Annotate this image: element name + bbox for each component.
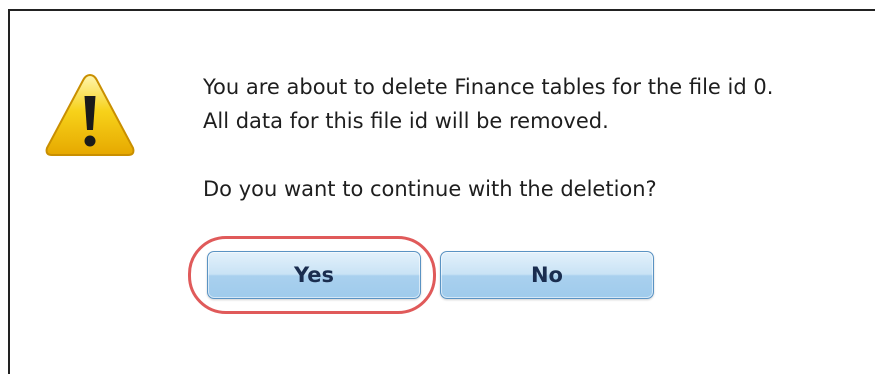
confirmation-question: Do you want to continue with the deletio… [203,177,657,201]
warning-icon [45,73,135,156]
yes-button-label: Yes [293,263,335,287]
message-line-2: All data for this file id will be remove… [203,109,609,133]
no-button[interactable]: No [440,251,654,299]
no-button-label: No [530,263,563,287]
yes-button[interactable]: Yes [207,251,421,299]
dialog-message: You are about to delete Finance tables f… [203,70,843,206]
window-frame-top [8,9,875,11]
delete-confirmation-dialog: You are about to delete Finance tables f… [0,0,875,374]
window-frame-left [8,9,10,374]
message-line-1: You are about to delete Finance tables f… [203,75,774,99]
